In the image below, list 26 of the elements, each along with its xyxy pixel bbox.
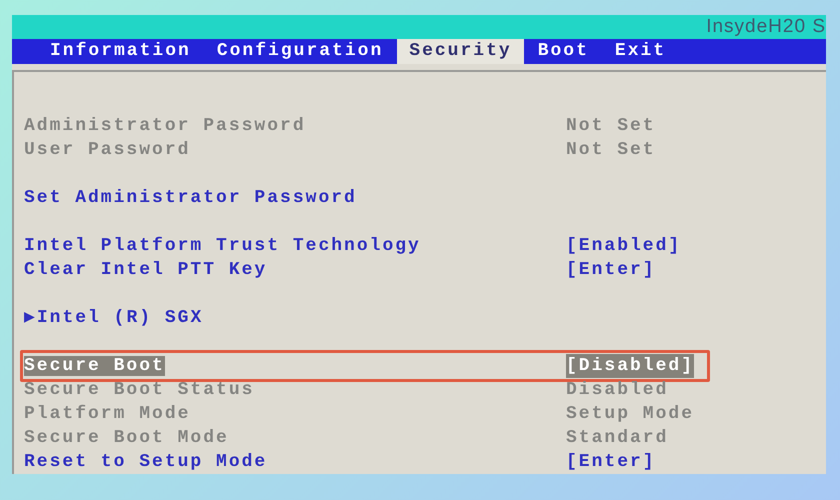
setting-label: Administrator Password: [24, 116, 306, 136]
menu-tab[interactable]: Boot: [526, 39, 601, 64]
setting-value: Not Set: [566, 139, 656, 162]
menu-tab[interactable]: Security: [397, 39, 524, 64]
setting-value: Disabled: [566, 379, 668, 402]
setting-value: Setup Mode: [566, 403, 694, 426]
setting-label: User Password: [24, 140, 190, 160]
setting-value: Not Set: [566, 115, 656, 138]
setting-option[interactable]: Secure Boot: [24, 356, 165, 376]
setting-label: Platform Mode: [24, 404, 190, 424]
setting-option[interactable]: Intel Platform Trust Technology: [24, 236, 421, 256]
firmware-brand: InsydeH20 S: [706, 15, 826, 39]
menu-tab[interactable]: Information: [38, 39, 203, 64]
setting-option[interactable]: Set Administrator Password: [24, 188, 357, 208]
setting-value: Standard: [566, 427, 668, 450]
setting-value: [Enter]: [566, 451, 656, 474]
setting-label: Secure Boot Mode: [24, 428, 229, 448]
setting-value: [Enabled]: [566, 235, 682, 258]
menu-tab[interactable]: Configuration: [204, 39, 396, 64]
setting-option[interactable]: Clear Intel PTT Key: [24, 260, 268, 280]
setting-option[interactable]: ▶Intel (R) SGX: [24, 308, 204, 328]
setting-value: [Disabled]: [566, 354, 694, 378]
setting-value: [Enter]: [566, 259, 656, 282]
setting-label: Secure Boot Status: [24, 380, 254, 400]
menu-tab[interactable]: Exit: [602, 39, 678, 64]
setting-option[interactable]: Reset to Setup Mode: [24, 452, 268, 472]
